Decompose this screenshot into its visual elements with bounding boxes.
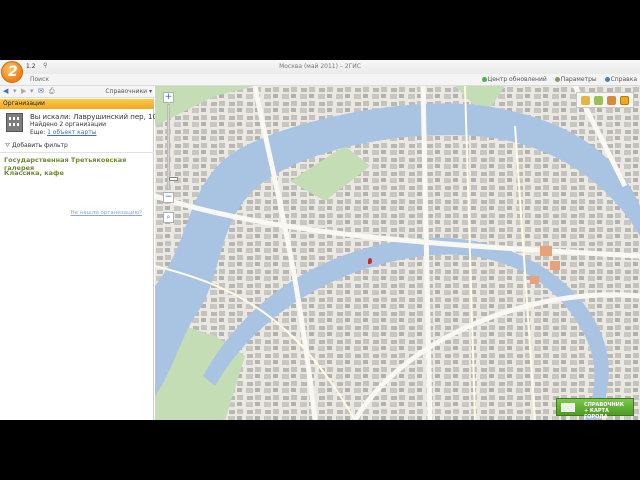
not-found-link[interactable]: Не нашли организацию?	[70, 210, 142, 216]
promo-banner[interactable]: СПРАВОЧНИК + КАРТА ГОРОДА	[556, 398, 634, 420]
help-icon	[604, 77, 610, 82]
title-bar: 1.2 ⚲ Москва (май 2011) – 2ГИС	[0, 60, 640, 74]
city-map[interactable]: + − ⌕ СПРАВОЧНИК + КАРТА ГОРОДА	[155, 86, 640, 420]
promo-line2: + КАРТА ГОРОДА	[584, 408, 609, 420]
mail-icon[interactable]: ✉	[38, 87, 44, 95]
top-links: Центр обновлений Параметры Справка	[476, 76, 637, 83]
update-center-label: Центр обновлений	[487, 76, 547, 83]
divider	[0, 152, 154, 153]
filter-icon: ⛛	[5, 142, 11, 149]
map-object-link[interactable]: 1 объект карты	[47, 129, 96, 136]
parameters-link[interactable]: Параметры	[554, 76, 597, 83]
history-icon[interactable]: ▾	[30, 87, 34, 95]
section-header: Организации	[0, 99, 154, 109]
zoom-in-button[interactable]: +	[163, 92, 174, 103]
zoom-out-button[interactable]: −	[163, 192, 174, 203]
zoom-slider-handle[interactable]	[169, 177, 178, 181]
sidebar-toolbar: ◀ ▾ ▶ ▾ ✉ ⎙ Справочники ▾	[0, 86, 154, 98]
tab-search[interactable]: Поиск	[30, 76, 49, 83]
forward-icon[interactable]: ▶	[21, 87, 26, 95]
add-filter-button[interactable]: ⛛ Добавить фильтр	[5, 142, 68, 150]
back-icon[interactable]: ◀	[3, 87, 8, 95]
found-count: Найдено 2 организации	[30, 121, 107, 128]
directories-dropdown[interactable]: Справочники ▾	[105, 88, 152, 95]
update-icon	[481, 77, 487, 82]
search-summary: Вы искали: Лаврушинский пер, 10 Найдено …	[6, 113, 157, 137]
help-label: Справка	[610, 76, 637, 83]
magnifier-icon[interactable]: ⌕	[163, 212, 174, 223]
update-center-link[interactable]: Центр обновлений	[481, 76, 547, 83]
monitor-icon	[561, 403, 575, 412]
parameters-label: Параметры	[560, 76, 597, 83]
fullscreen-icon[interactable]	[620, 96, 629, 105]
window-title: Москва (май 2011) – 2ГИС	[279, 63, 361, 70]
building-icon	[6, 113, 23, 132]
map-tools	[576, 92, 634, 108]
directories-label: Справочники	[105, 88, 148, 95]
print-icon[interactable]: ⎙	[49, 87, 55, 96]
app-logo-icon[interactable]: 2	[1, 61, 23, 83]
settings-icon	[554, 77, 560, 82]
layers-icon[interactable]	[594, 96, 603, 105]
zoom-slider[interactable]	[167, 104, 178, 190]
also-prefix: Еще:	[30, 129, 46, 136]
help-link[interactable]: Справка	[604, 76, 637, 83]
print-map-icon[interactable]	[607, 96, 616, 105]
search-query: Вы искали: Лаврушинский пер, 10	[30, 113, 157, 121]
menu-bar: Поиск Центр обновлений Параметры Справка	[0, 74, 640, 86]
ruler-icon[interactable]	[581, 96, 590, 105]
zoom-control: + − ⌕	[163, 92, 178, 223]
org-item[interactable]: Классика, кафе	[4, 169, 64, 177]
sidebar: ◀ ▾ ▶ ▾ ✉ ⎙ Справочники ▾ Организации Вы…	[0, 86, 157, 420]
app-window: 1.2 ⚲ Москва (май 2011) – 2ГИС 2 Поиск Ц…	[0, 60, 640, 420]
also-line: Еще: 1 объект карты	[30, 129, 96, 136]
add-filter-label: Добавить фильтр	[11, 142, 68, 149]
location-marker-icon[interactable]	[368, 258, 372, 264]
map-canvas	[155, 86, 640, 420]
forward-dropdown-icon[interactable]: ▾	[13, 87, 17, 95]
